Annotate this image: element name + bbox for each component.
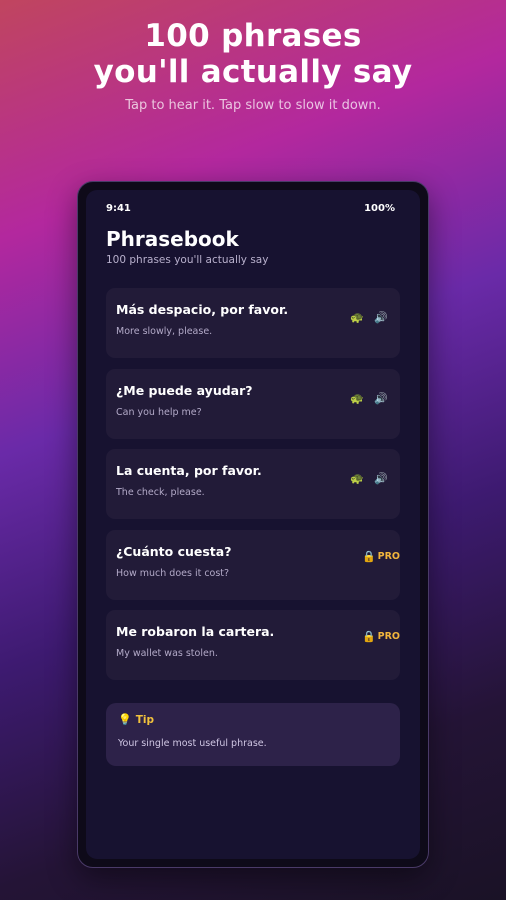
- turtle-icon[interactable]: 🐢: [350, 472, 364, 486]
- phrase-text: La cuenta, por favor.: [116, 463, 262, 478]
- phrase-translation: My wallet was stolen.: [116, 648, 218, 659]
- phrase-text: Más despacio, por favor.: [116, 302, 289, 317]
- tip-body: Your single most useful phrase.: [118, 738, 267, 749]
- phrase-text: Me robaron la cartera.: [116, 624, 275, 639]
- turtle-icon[interactable]: 🐢: [350, 311, 364, 325]
- phrase-translation: How much does it cost?: [116, 567, 230, 579]
- lightbulb-icon: 💡: [118, 713, 132, 726]
- pro-badge[interactable]: 🔒 PRO: [362, 630, 400, 643]
- speaker-icon[interactable]: 🔊: [374, 472, 388, 486]
- status-battery: 100%: [364, 203, 395, 214]
- phrase-card-locked[interactable]: ¿Cuánto cuesta? How much does it cost? 🔒…: [106, 529, 400, 600]
- phrase-text: ¿Me puede ayudar?: [116, 382, 253, 398]
- tip-card: 💡 Tip Your single most useful phrase.: [106, 703, 400, 766]
- lock-icon: 🔒: [361, 630, 376, 643]
- pro-badge-label: PRO: [377, 550, 400, 562]
- tip-header: 💡 Tip: [118, 713, 388, 726]
- phrase-actions: 🐢 🔊: [350, 472, 388, 486]
- phrase-translation: More slowly, please.: [116, 326, 213, 337]
- phrase-card[interactable]: ¿Me puede ayudar? Can you help me? 🐢 🔊: [106, 368, 400, 439]
- speaker-icon[interactable]: 🔊: [374, 311, 388, 325]
- page-title: Phrasebook: [106, 227, 239, 251]
- status-time: 9:41: [106, 203, 131, 214]
- promo-title-line-2: you'll actually say: [93, 54, 413, 90]
- promo-title-line-1: 100 phrases: [144, 18, 362, 54]
- phone-frame: 9:41 100% Phrasebook 100 phrases you'll …: [77, 181, 429, 868]
- phrase-actions: 🐢 🔊: [350, 392, 388, 406]
- pro-badge-label: PRO: [377, 631, 400, 642]
- phrase-card[interactable]: Más despacio, por favor. More slowly, pl…: [106, 288, 400, 358]
- pro-badge[interactable]: 🔒 PRO: [362, 550, 400, 563]
- lock-icon: 🔒: [361, 549, 376, 563]
- app-header: Phrasebook 100 phrases you'll actually s…: [106, 227, 268, 266]
- promo-subtitle: Tap to hear it. Tap slow to slow it down…: [125, 98, 381, 113]
- turtle-icon[interactable]: 🐢: [350, 392, 364, 406]
- promo-title: 100 phrases you'll actually say: [0, 18, 506, 90]
- phrase-actions: 🐢 🔊: [350, 311, 388, 325]
- page-subtitle: 100 phrases you'll actually say: [106, 254, 269, 266]
- phrase-translation: Can you help me?: [116, 406, 202, 418]
- phrase-card-locked[interactable]: Me robaron la cartera. My wallet was sto…: [106, 610, 400, 680]
- phrase-text: ¿Cuánto cuesta?: [116, 543, 232, 559]
- status-bar: 9:41 100%: [106, 203, 395, 217]
- phrase-list: Más despacio, por favor. More slowly, pl…: [106, 288, 400, 691]
- phone-screen: 9:41 100% Phrasebook 100 phrases you'll …: [86, 190, 420, 859]
- phrase-translation: The check, please.: [116, 487, 205, 498]
- promo-header: 100 phrases you'll actually say Tap to h…: [0, 18, 506, 113]
- tip-label: Tip: [135, 713, 154, 726]
- speaker-icon[interactable]: 🔊: [374, 392, 388, 406]
- phrase-card[interactable]: La cuenta, por favor. The check, please.…: [106, 449, 400, 519]
